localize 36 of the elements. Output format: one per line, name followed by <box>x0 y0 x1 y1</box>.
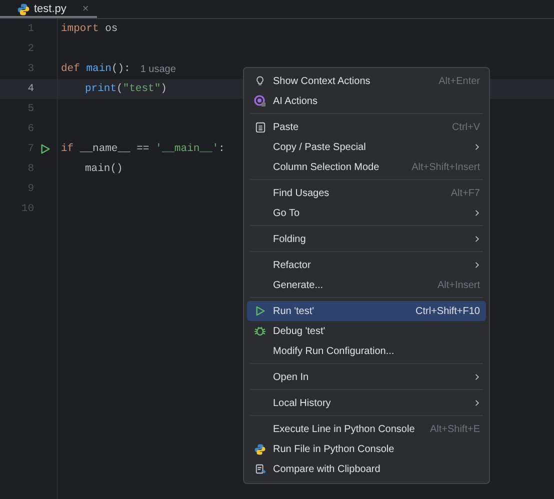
usage-hint[interactable]: 1 usage <box>140 64 176 74</box>
menu-item[interactable]: Run 'test' Ctrl+Shift+F10 <box>247 301 486 321</box>
menu-item[interactable]: Execute Line in Python Console Alt+Shift+E <box>247 419 486 439</box>
menu-item[interactable]: Generate... Alt+Insert <box>247 275 486 295</box>
menu-item[interactable]: Modify Run Configuration... <box>247 341 486 361</box>
code-line: print("test") <box>85 83 167 95</box>
run-icon[interactable] <box>40 143 51 155</box>
code-line: def main(): <box>61 63 130 75</box>
menu-item[interactable]: Compare with Clipboard <box>247 459 486 479</box>
menu-item[interactable]: Find Usages Alt+F7 <box>247 183 486 203</box>
menu-item[interactable]: Go To <box>247 203 486 223</box>
code-line: import os <box>61 23 118 35</box>
menu-item[interactable]: Local History <box>247 393 486 413</box>
clipboard-icon <box>254 121 266 133</box>
menu-item[interactable]: Copy / Paste Special <box>247 137 486 157</box>
menu-item[interactable]: Paste Ctrl+V <box>247 117 486 137</box>
close-icon[interactable]: × <box>82 3 89 15</box>
menu-item[interactable]: Show Context Actions Alt+Enter <box>247 71 486 91</box>
bug-icon <box>254 325 266 337</box>
code-line: if __name__ == '__main__': <box>61 143 225 155</box>
menu-item[interactable]: Run File in Python Console <box>247 439 486 459</box>
ai-icon <box>254 95 266 107</box>
menu-item[interactable]: Open In <box>247 367 486 387</box>
menu-item[interactable]: Debug 'test' <box>247 321 486 341</box>
menu-item[interactable]: Folding <box>247 229 486 249</box>
line-number: 4 <box>26 83 34 95</box>
python-icon <box>254 442 266 456</box>
file-tab[interactable]: test.py × <box>0 0 97 18</box>
menu-item[interactable]: Column Selection Mode Alt+Shift+Insert <box>247 157 486 177</box>
run-icon <box>254 305 266 317</box>
lightbulb-icon <box>255 75 265 87</box>
code-line: main() <box>85 163 123 175</box>
python-file-icon <box>17 2 30 16</box>
compare-icon <box>254 463 266 475</box>
menu-item[interactable]: AI Actions <box>247 91 486 111</box>
menu-item[interactable]: Refactor <box>247 255 486 275</box>
